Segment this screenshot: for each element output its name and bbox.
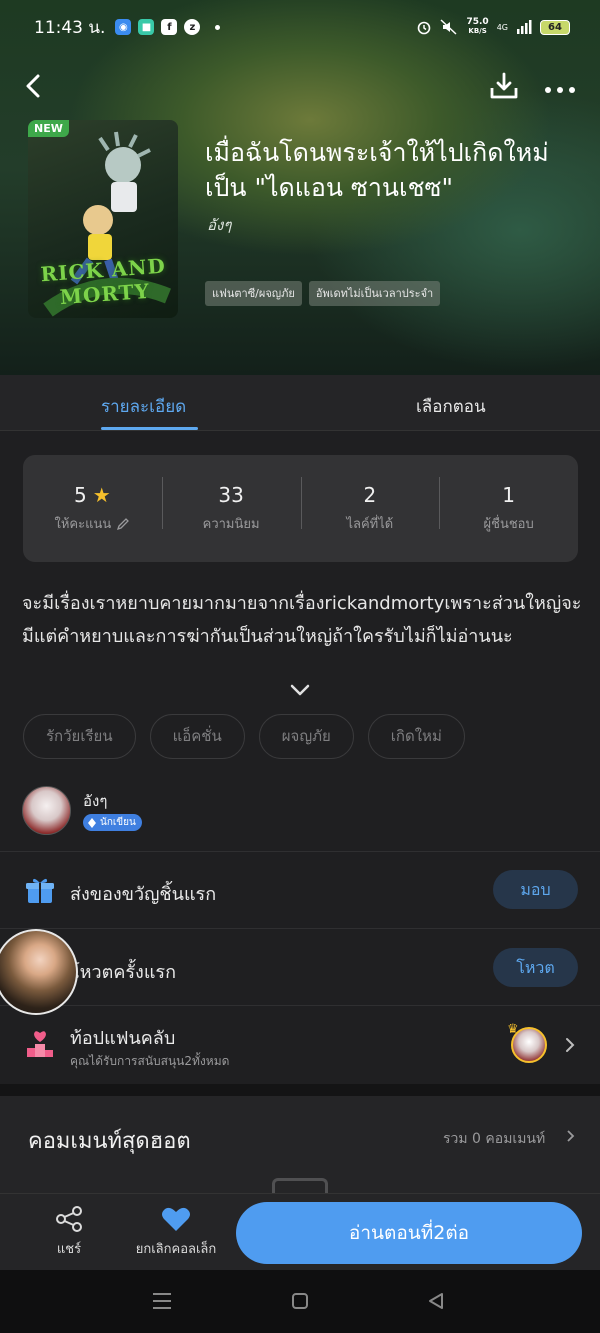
share-label: แชร์ (56, 1242, 82, 1257)
fans-value: 1 (502, 483, 515, 507)
popularity-value: 33 (218, 483, 244, 507)
net-speed-unit: KB/S (468, 27, 487, 35)
writer-name: อังๆ (83, 792, 108, 810)
tab-episodes[interactable]: เลือกตอน (416, 393, 486, 420)
rating-value: 5 (74, 483, 87, 507)
system-nav-bar (0, 1270, 600, 1333)
tab-details[interactable]: รายละเอียด (101, 393, 186, 420)
likes-value: 2 (363, 483, 377, 507)
home-icon[interactable] (291, 1292, 309, 1310)
stat-rating[interactable]: 5 ★ ให้คะแนน (23, 483, 162, 534)
fans-label: ผู้ชื่นชอบ (483, 517, 534, 532)
more-notifications-icon (215, 24, 221, 30)
stats-card: 5 ★ ให้คะแนน 33 ความนิยม 2 ไลค์ที่ได้ 1 ผ… (23, 455, 578, 562)
writer-role-badge: นักเขียน (83, 814, 142, 831)
share-button[interactable]: แชร์ (53, 1206, 85, 1259)
stat-fans: 1 ผู้ชื่นชอบ (439, 477, 578, 534)
alarm-icon (418, 21, 431, 35)
back-arrow-icon[interactable] (18, 68, 48, 104)
battery-level: 64 (548, 21, 562, 33)
chevron-right-icon[interactable] (564, 1036, 576, 1054)
writer-profile[interactable]: อังๆ นักเขียน (22, 786, 322, 838)
stat-likes: 2 ไลค์ที่ได้ (300, 477, 440, 534)
detail-tabs: รายละเอียด เลือกตอน (0, 375, 600, 431)
hot-comments-section: คอมเมนท์สุดฮอต รวม 0 คอมเมนท์ (0, 1096, 600, 1196)
back-nav-icon[interactable] (427, 1292, 445, 1310)
gift-label: ส่งของขวัญชิ้นแรก (70, 884, 217, 905)
status-bar: 11:43 น. ◉ ■ f z 75.0 KB/S 4G 64 (34, 14, 570, 40)
genre-chip[interactable]: แอ็คชั่น (149, 714, 245, 759)
fanclub-support-text: คุณได้รับการสนับสนุน2ทั้งหมด (70, 1054, 230, 1068)
messenger-icon: ◉ (115, 19, 132, 35)
tag-update-schedule[interactable]: อัพเดทไม่เป็นเวลาประจำ (308, 281, 441, 306)
genre-chips: รักวัยเรียน แอ็คชั่น ผจญภัย เกิดใหม่ (23, 714, 465, 759)
star-icon: ★ (92, 483, 111, 507)
heart-icon (162, 1207, 190, 1231)
notification-icons: ◉ ■ f z (115, 19, 221, 35)
new-badge: NEW (28, 120, 69, 137)
vote-button[interactable]: โหวต (493, 948, 578, 987)
comments-chevron-icon[interactable] (566, 1129, 575, 1143)
genre-chip[interactable]: เกิดใหม่ (367, 714, 465, 759)
status-time: 11:43 น. (34, 17, 106, 38)
share-icon (56, 1206, 82, 1232)
recent-apps-icon[interactable] (152, 1292, 172, 1310)
more-options-icon[interactable] (542, 68, 582, 104)
bottom-action-bar: แชร์ ยกเลิกคอลเล็ก อ่านตอนที่2ต่อ (0, 1193, 600, 1270)
popularity-label: ความนิยม (202, 517, 260, 532)
genre-chip[interactable]: รักวัยเรียน (23, 714, 136, 759)
uncollect-label: ยกเลิกคอลเล็ก (135, 1242, 217, 1257)
vote-row: โหวตครั้งแรก โหวต (0, 928, 600, 1006)
uncollect-button[interactable]: ยกเลิกคอลเล็ก (130, 1206, 222, 1259)
section-divider (0, 1084, 600, 1096)
likes-label: ไลค์ที่ได้ (346, 517, 394, 532)
mute-icon (440, 19, 457, 35)
net-speed: 75.0 KB/S (466, 18, 488, 36)
tag-category[interactable]: แฟนตาซี/ผจญภัย (205, 281, 302, 306)
writer-avatar[interactable] (22, 786, 71, 835)
battery-icon: 64 (540, 19, 570, 35)
book-cover[interactable]: NEW RICK AND MORTY (28, 120, 178, 318)
fanclub-row[interactable]: ท้อปแฟนคลับ คุณได้รับการสนับสนุน2ทั้งหมด… (0, 1005, 600, 1084)
stat-popularity: 33 ความนิยม (161, 477, 301, 534)
network-type: 4G (496, 22, 508, 32)
story-description: จะมีเรื่องเราหยาบคายมากมายจากเรื่องricka… (22, 593, 582, 647)
cover-logo-text: RICK AND MORTY (39, 253, 167, 310)
rating-label: ให้คะแนน (54, 517, 112, 532)
writer-role-label: นักเขียน (100, 817, 136, 828)
continue-reading-button[interactable]: อ่านตอนที่2ต่อ (236, 1202, 582, 1264)
top-nav (0, 64, 600, 108)
story-title: เมื่อฉันโดนพระเจ้าให้ไปเกิดใหม่เป็น "ไดแ… (205, 138, 549, 202)
app-z-icon: z (184, 19, 201, 35)
hero-header: 11:43 น. ◉ ■ f z 75.0 KB/S 4G 64 NEW RIC… (0, 0, 600, 375)
gift-icon (26, 878, 54, 903)
hot-comments-title: คอมเมนท์สุดฮอต (28, 1129, 191, 1154)
download-icon[interactable] (487, 68, 521, 104)
net-speed-value: 75.0 (466, 17, 489, 27)
podium-icon (27, 1031, 53, 1057)
edit-pencil-icon[interactable] (116, 517, 130, 531)
active-tab-indicator (101, 427, 198, 430)
signal-icon (517, 20, 532, 34)
genre-chip[interactable]: ผจญภัย (258, 714, 354, 759)
gift-row: ส่งของขวัญชิ้นแรก มอบ (0, 851, 600, 929)
give-gift-button[interactable]: มอบ (493, 870, 578, 909)
app-icon: ■ (138, 19, 155, 35)
fanclub-label: ท้อปแฟนคลับ (70, 1028, 176, 1049)
pen-nib-icon (88, 817, 96, 828)
expand-chevron-icon[interactable] (288, 682, 312, 698)
comment-count-link[interactable]: รวม 0 คอมเมนท์ (443, 1128, 545, 1150)
story-author[interactable]: อังๆ (207, 213, 231, 237)
story-tags: แฟนตาซี/ผจญภัย อัพเดทไม่เป็นเวลาประจำ (205, 281, 441, 306)
top-fan-avatar[interactable] (511, 1027, 547, 1063)
facebook-icon: f (161, 19, 178, 35)
vote-label: โหวตครั้งแรก (70, 962, 176, 983)
